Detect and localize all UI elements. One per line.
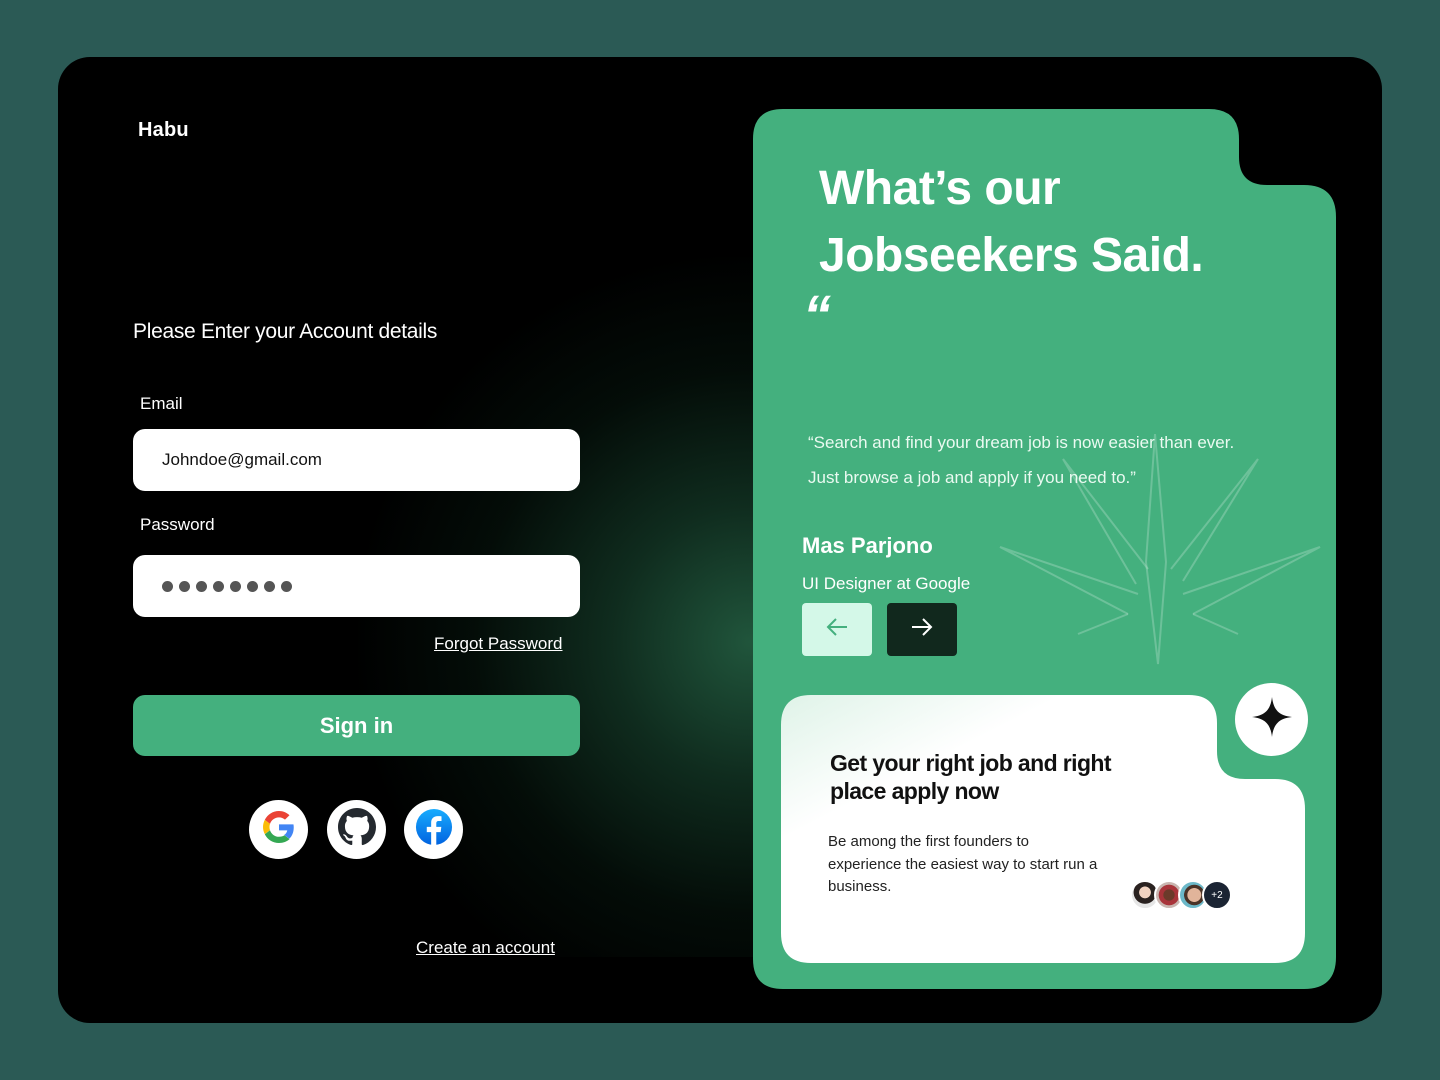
quote-line-1: “Search and find your dream job is now e… xyxy=(808,433,1235,452)
arrow-right-icon xyxy=(910,617,934,642)
promo-title: Get your right job and right place apply… xyxy=(830,750,1112,804)
sign-in-button[interactable]: Sign in xyxy=(133,695,580,756)
quote-line-2: Just browse a job and apply if you need … xyxy=(808,468,1136,487)
testimonial-card: What’s our Jobseekers Said. “ “Search an… xyxy=(753,109,1336,989)
facebook-icon xyxy=(415,808,453,851)
google-icon xyxy=(262,811,295,848)
forgot-password-link[interactable]: Forgot Password xyxy=(434,634,563,654)
login-frame: Habu Please Enter your Account details E… xyxy=(58,57,1382,1023)
password-field[interactable] xyxy=(133,555,580,617)
github-login-button[interactable] xyxy=(327,800,386,859)
password-dot xyxy=(196,580,207,592)
next-testimonial-button[interactable] xyxy=(887,603,957,656)
password-dot xyxy=(281,580,292,592)
github-icon xyxy=(337,808,376,851)
headline-line-1: What’s our xyxy=(819,162,1061,215)
password-label: Password xyxy=(140,515,215,534)
password-mask xyxy=(162,580,292,592)
testimonial-headline: What’s our Jobseekers Said. xyxy=(819,155,1204,289)
avatar-more-count: +2 xyxy=(1202,880,1232,910)
testimonial-quote: “Search and find your dream job is now e… xyxy=(808,425,1308,495)
avatar-group: +2 xyxy=(1130,880,1232,910)
promo-text: Be among the first founders to experienc… xyxy=(828,833,1098,895)
brand-logo: Habu xyxy=(138,119,189,141)
testimonial-role: UI Designer at Google xyxy=(802,574,971,593)
password-dot xyxy=(179,580,190,592)
email-label: Email xyxy=(140,394,183,413)
email-field[interactable]: Johndoe@gmail.com xyxy=(133,429,580,491)
password-dot xyxy=(264,580,275,592)
sparkle-icon xyxy=(1251,697,1292,742)
previous-testimonial-button[interactable] xyxy=(802,603,872,656)
headline-line-2: Jobseekers Said. xyxy=(819,229,1204,282)
password-dot xyxy=(247,580,258,592)
password-dot xyxy=(230,580,241,592)
quote-mark-icon: “ xyxy=(803,283,831,346)
password-dot xyxy=(213,580,224,592)
testimonial-author: Mas Parjono xyxy=(802,533,933,558)
form-subtitle: Please Enter your Account details xyxy=(133,320,438,343)
promo-card-bg xyxy=(781,695,1305,963)
facebook-login-button[interactable] xyxy=(404,800,463,859)
google-login-button[interactable] xyxy=(249,800,308,859)
create-account-link[interactable]: Create an account xyxy=(416,938,555,958)
email-value: Johndoe@gmail.com xyxy=(162,450,322,469)
password-dot xyxy=(162,580,173,592)
arrow-left-icon xyxy=(825,617,849,642)
sparkle-button[interactable] xyxy=(1235,683,1308,756)
